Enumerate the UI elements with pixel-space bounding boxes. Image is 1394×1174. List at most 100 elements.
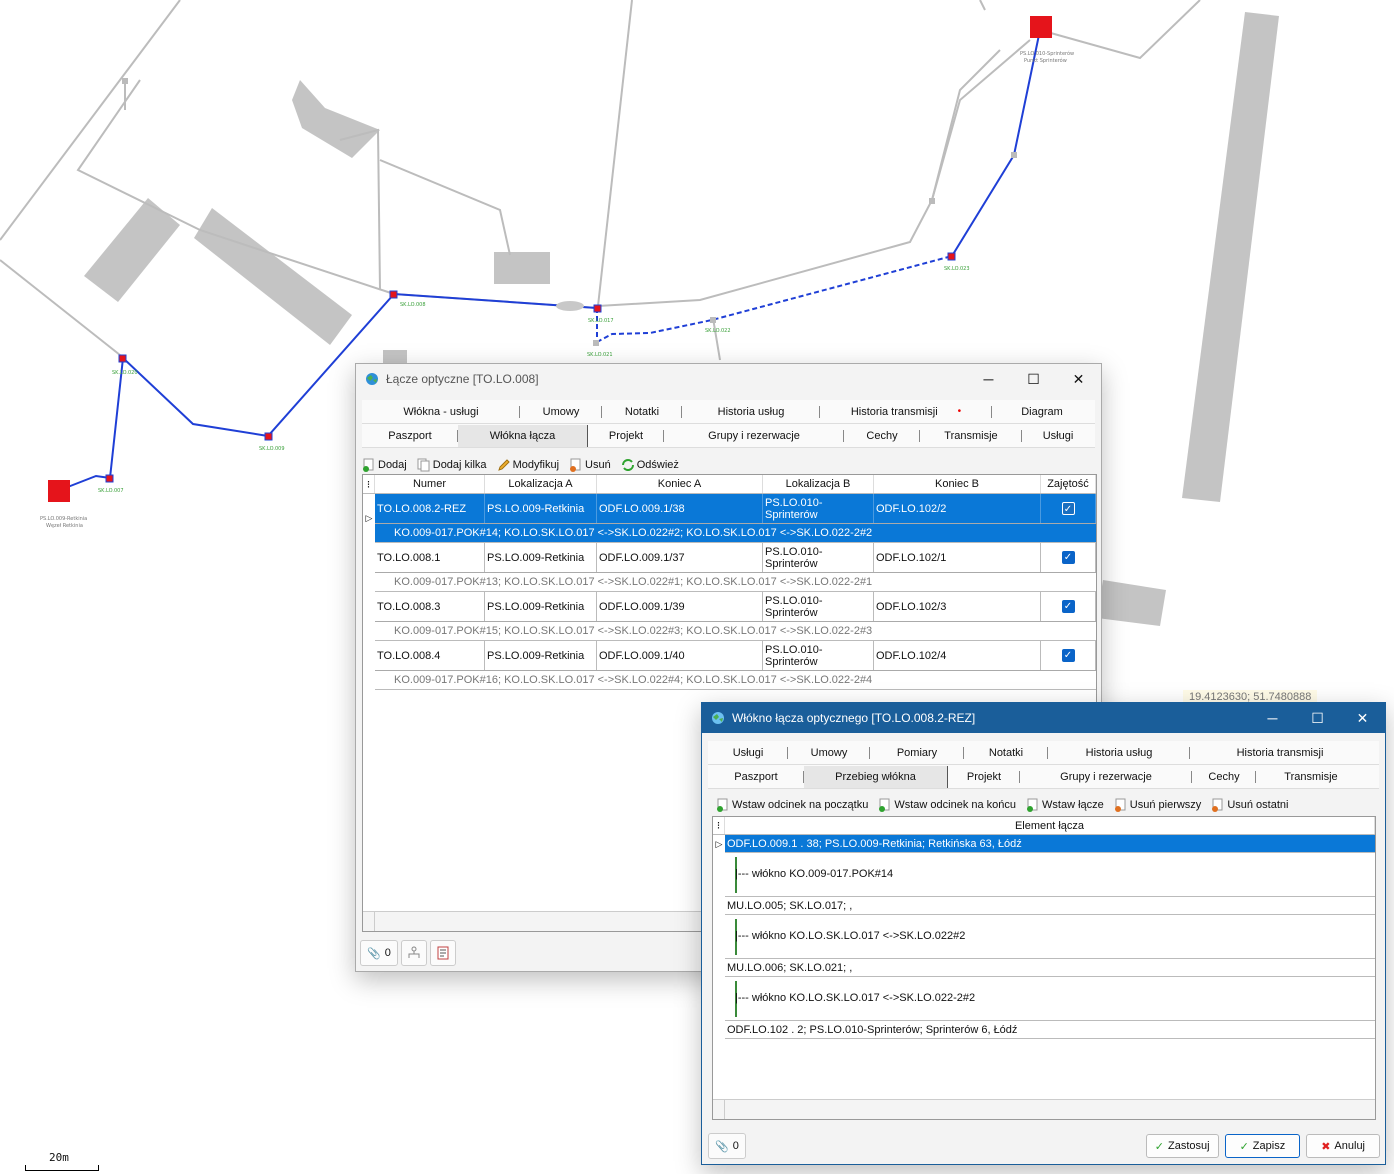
report-button[interactable] (430, 940, 456, 966)
tab-features[interactable]: Cechy (844, 425, 920, 447)
tab-row-2: Paszport Przebieg włókna Projekt Grupy i… (708, 765, 1379, 789)
insert-segment-start-button[interactable]: Wstaw odcinek na początku (716, 798, 868, 812)
route-fiber-row[interactable]: |--- włókno KO.009-017.POK#14 (725, 853, 1375, 897)
tab-services[interactable]: Usługi (1022, 425, 1094, 447)
titlebar[interactable]: Łącze optyczne [TO.LO.008] ─ ☐ ✕ (356, 364, 1101, 394)
label: Wstaw odcinek na początku (732, 799, 869, 811)
maximize-button[interactable]: ☐ (1295, 703, 1340, 733)
horizontal-scrollbar[interactable] (713, 1099, 1375, 1119)
route-element-row[interactable]: ODF.LO.009.1 . 38; PS.LO.009-Retkinia; R… (725, 835, 1375, 853)
cell-occupancy: ✓ (1041, 641, 1096, 670)
tab-diagram[interactable]: Diagram (992, 401, 1092, 423)
add-button[interactable]: Dodaj (362, 458, 407, 472)
svg-text:SK.LO.020: SK.LO.020 (112, 370, 138, 376)
tab-fibers-services[interactable]: Włókna - usługi (362, 401, 520, 423)
close-button[interactable]: ✕ (1340, 703, 1385, 733)
cell-kon-a: ODF.LO.009.1/38 (597, 494, 763, 523)
refresh-button[interactable]: Odśwież (621, 458, 679, 472)
table-row[interactable]: TO.LO.008.4 PS.LO.009-Retkinia ODF.LO.00… (363, 641, 1096, 690)
tab-groups-reservations[interactable]: Grupy i rezerwacje (664, 425, 844, 447)
col-occupancy[interactable]: Zajętość (1041, 475, 1096, 493)
occupancy-checkbox[interactable]: ✓ (1061, 649, 1075, 662)
tab-transmission-history[interactable]: Historia transmisji • (820, 401, 992, 423)
tab-transmission-history[interactable]: Historia transmisji (1190, 742, 1370, 764)
tab-link-fibers[interactable]: Włókna łącza (458, 424, 588, 447)
occupancy-checkbox[interactable]: ✓ (1061, 551, 1075, 564)
report-icon (437, 946, 449, 960)
route-element-row[interactable]: ODF.LO.102 . 2; PS.LO.010-Sprinterów; Sp… (725, 1021, 1375, 1039)
titlebar[interactable]: Włókno łącza optycznego [TO.LO.008.2-REZ… (702, 703, 1385, 733)
column-chooser-icon[interactable]: ⁝ (363, 475, 375, 493)
tab-passport[interactable]: Paszport (708, 766, 804, 788)
insert-link-button[interactable]: Wstaw łącze (1026, 798, 1104, 812)
attachments-button[interactable]: 📎 0 (360, 940, 398, 966)
tab-service-history[interactable]: Historia usług (1048, 742, 1190, 764)
svg-text:SK.LO.009: SK.LO.009 (259, 446, 285, 452)
col-kon-b[interactable]: Koniec B (874, 475, 1041, 493)
cell-lok-a: PS.LO.009-Retkinia (485, 494, 597, 523)
maximize-button[interactable]: ☐ (1011, 364, 1056, 394)
tab-transmissions[interactable]: Transmisje (1256, 766, 1366, 788)
add-icon (363, 458, 374, 472)
table-row[interactable]: TO.LO.008.3 PS.LO.009-Retkinia ODF.LO.00… (363, 592, 1096, 641)
svg-text:SK.LO.021: SK.LO.021 (587, 352, 613, 358)
add-many-button[interactable]: Dodaj kilka (417, 458, 487, 472)
tab-service-history[interactable]: Historia usług (682, 401, 820, 423)
delete-first-button[interactable]: Usuń pierwszy (1114, 798, 1201, 812)
label: Wstaw odcinek na końcu (894, 799, 1017, 811)
fiber-label: |--- włókno KO.LO.SK.LO.017 <->SK.LO.022… (735, 930, 966, 942)
route-element-row[interactable]: MU.LO.006; SK.LO.021; , (725, 959, 1375, 977)
svg-text:SK.LO.007: SK.LO.007 (98, 488, 124, 494)
insert-segment-end-button[interactable]: Wstaw odcinek na końcu (878, 798, 1016, 812)
tab-project[interactable]: Projekt (948, 766, 1020, 788)
delete-button[interactable]: Usuń (569, 458, 611, 472)
svg-text:SK.LO.022: SK.LO.022 (705, 328, 731, 334)
column-chooser-icon[interactable]: ⁝ (713, 817, 725, 834)
close-button[interactable]: ✕ (1056, 364, 1101, 394)
minimize-button[interactable]: ─ (1250, 703, 1295, 733)
route-fiber-row[interactable]: |--- włókno KO.LO.SK.LO.017 <->SK.LO.022… (725, 977, 1375, 1021)
tab-contracts[interactable]: Umowy (788, 742, 870, 764)
modify-button[interactable]: Modyfikuj (497, 458, 559, 472)
tab-transmissions[interactable]: Transmisje (920, 425, 1022, 447)
table-row[interactable]: TO.LO.008.1 PS.LO.009-Retkinia ODF.LO.00… (363, 543, 1096, 592)
label: Usuń (585, 459, 611, 471)
tab-notes[interactable]: Notatki (602, 401, 682, 423)
label: Zapisz (1252, 1140, 1286, 1152)
cell-kon-b: ODF.LO.102/2 (874, 494, 1041, 523)
tab-contracts[interactable]: Umowy (520, 401, 602, 423)
row-pointer-icon: ▷ (365, 513, 373, 523)
col-lok-a[interactable]: Lokalizacja A (485, 475, 597, 493)
attachments-count: 0 (384, 947, 391, 959)
tab-notes[interactable]: Notatki (964, 742, 1048, 764)
check-icon: ✓ (1154, 1140, 1164, 1153)
tab-project[interactable]: Projekt (588, 425, 664, 447)
col-kon-a[interactable]: Koniec A (597, 475, 763, 493)
occupancy-checkbox[interactable]: ✓ (1061, 600, 1075, 613)
save-button[interactable]: ✓ Zapisz (1224, 1134, 1301, 1158)
col-lok-b[interactable]: Lokalizacja B (763, 475, 874, 493)
tab-features[interactable]: Cechy (1192, 766, 1256, 788)
cell-kon-a: ODF.LO.009.1/39 (597, 592, 763, 621)
delete-last-button[interactable]: Usuń ostatni (1211, 798, 1288, 812)
hierarchy-button[interactable] (401, 940, 427, 966)
col-numer[interactable]: Numer (375, 475, 485, 493)
occupancy-checkbox[interactable]: ✓ (1061, 502, 1075, 515)
scale-line (25, 1165, 99, 1171)
tab-passport[interactable]: Paszport (362, 425, 458, 447)
route-fiber-row[interactable]: |--- włókno KO.LO.SK.LO.017 <->SK.LO.022… (725, 915, 1375, 959)
col-element[interactable]: Element łącza (725, 817, 1375, 834)
route-element-row[interactable]: MU.LO.005; SK.LO.017; , (725, 897, 1375, 915)
tab-measurements[interactable]: Pomiary (870, 742, 964, 764)
tab-fiber-route[interactable]: Przebieg włókna (804, 765, 948, 788)
tab-services[interactable]: Usługi (708, 742, 788, 764)
fiber-label: |--- włókno KO.LO.SK.LO.017 <->SK.LO.022… (735, 992, 976, 1004)
attachments-button[interactable]: 📎 0 (708, 1133, 746, 1159)
insert-icon (1027, 798, 1038, 812)
cell-kon-b: ODF.LO.102/1 (874, 543, 1041, 572)
table-row[interactable]: ▷ TO.LO.008.2-REZ PS.LO.009-Retkinia ODF… (363, 494, 1096, 543)
tab-groups-reservations[interactable]: Grupy i rezerwacje (1020, 766, 1192, 788)
cancel-button[interactable]: ✖ Anuluj (1306, 1134, 1380, 1158)
apply-button[interactable]: ✓ Zastosuj (1145, 1134, 1219, 1158)
minimize-button[interactable]: ─ (966, 364, 1011, 394)
